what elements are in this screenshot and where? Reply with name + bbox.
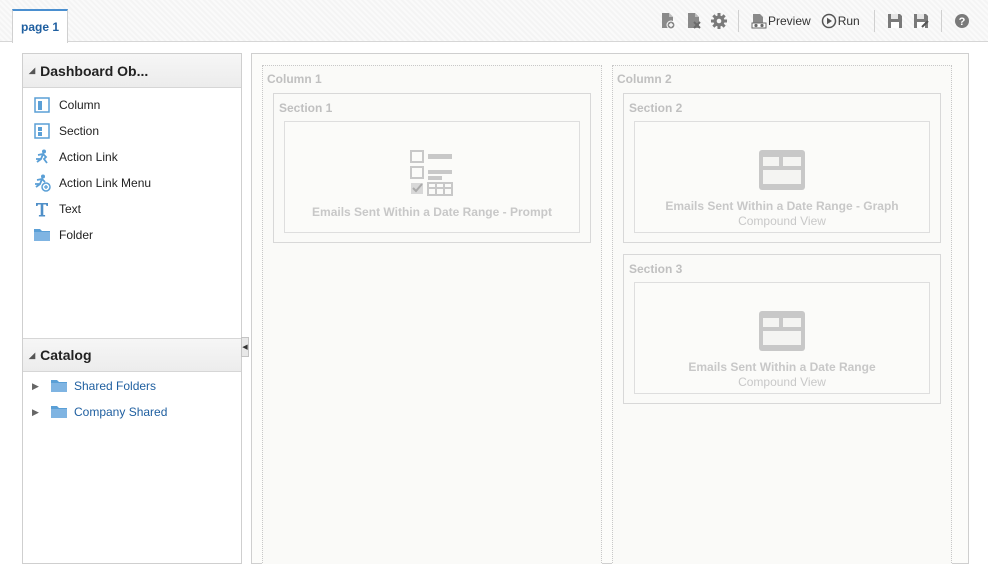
dashboard-objects-title: Dashboard Ob... bbox=[40, 62, 149, 79]
compound-view-icon bbox=[759, 311, 805, 354]
folder-icon bbox=[50, 405, 68, 419]
dashboard-section-1[interactable]: Section 1 Emails Sent Within a Date Rang… bbox=[273, 93, 591, 243]
dashboard-column-2[interactable]: Column 2 Section 2 Emails Sent Within a … bbox=[612, 65, 952, 564]
top-bar: page 1 Preview Run ? bbox=[0, 0, 988, 43]
page-toolbar: Preview Run ? bbox=[660, 10, 970, 32]
dashboard-object-label: Action Link bbox=[59, 150, 118, 164]
section-label: Section 2 bbox=[629, 101, 683, 115]
action-link-icon bbox=[33, 148, 51, 166]
dashboard-object-section[interactable]: Section bbox=[23, 118, 241, 144]
help-icon: ? bbox=[954, 13, 970, 29]
catalog-tree: ▶ Shared Folders ▶ Company Shared bbox=[23, 373, 241, 425]
dashboard-object-label: Text bbox=[59, 202, 82, 216]
catalog-title: Catalog bbox=[40, 347, 92, 363]
dashboard-object-label: Folder bbox=[59, 228, 94, 242]
collapse-triangle-icon: ◢ bbox=[29, 350, 36, 360]
dashboard-object-label: Action Link Menu bbox=[59, 176, 152, 190]
view-title: Emails Sent Within a Date Range - Graph bbox=[665, 199, 899, 213]
section-label: Section 1 bbox=[279, 101, 333, 115]
expand-arrow-icon[interactable]: ▶ bbox=[32, 407, 42, 418]
delete-page-icon bbox=[686, 12, 702, 30]
toolbar-separator bbox=[738, 10, 739, 32]
dashboard-column-1[interactable]: Column 1 Section 1 Emails Sent Within a … bbox=[262, 65, 602, 564]
dashboard-object-text[interactable]: Text bbox=[23, 196, 241, 222]
view-subtitle: Compound View bbox=[738, 375, 826, 389]
help-button[interactable]: ? bbox=[954, 10, 970, 32]
dashboard-objects-header[interactable]: ◢ Dashboard Ob... bbox=[23, 54, 241, 88]
dashboard-section-3[interactable]: Section 3 Emails Sent Within a Date Rang… bbox=[623, 254, 941, 404]
folder-icon bbox=[33, 226, 51, 244]
settings-button[interactable] bbox=[710, 10, 728, 32]
folder-icon bbox=[50, 379, 68, 393]
column-label: Column 1 bbox=[267, 72, 322, 86]
column-label: Column 2 bbox=[617, 72, 672, 86]
save-icon bbox=[887, 13, 903, 29]
collapse-panel-handle[interactable]: ◀ bbox=[241, 337, 249, 357]
save-button[interactable] bbox=[887, 10, 903, 32]
run-icon bbox=[821, 13, 837, 29]
view-subtitle: Compound View bbox=[738, 214, 826, 228]
view-title: Emails Sent Within a Date Range - Prompt bbox=[312, 205, 552, 219]
save-as-button[interactable] bbox=[913, 10, 929, 32]
catalog-header[interactable]: ◢ Catalog bbox=[23, 338, 241, 372]
dashboard-object-label: Section bbox=[59, 124, 100, 138]
dashboard-canvas: Column 1 Section 1 Emails Sent Within a … bbox=[251, 53, 969, 564]
preview-label: Preview bbox=[768, 14, 811, 28]
catalog-item-company-shared[interactable]: ▶ Company Shared bbox=[23, 399, 241, 425]
preview-button[interactable]: Preview bbox=[751, 10, 811, 32]
dashboard-object-action-link[interactable]: Action Link bbox=[23, 144, 241, 170]
view-title: Emails Sent Within a Date Range bbox=[688, 360, 876, 374]
catalog-item-label: Company Shared bbox=[74, 405, 168, 419]
dashboard-object-label: Column bbox=[59, 98, 101, 112]
dashboard-objects-list: Column Section Action Link Action Link M… bbox=[23, 92, 241, 248]
gear-icon bbox=[710, 12, 728, 30]
toolbar-separator bbox=[940, 10, 942, 32]
prompt-icon bbox=[410, 150, 454, 199]
compound-view-graph[interactable]: Emails Sent Within a Date Range - Graph … bbox=[634, 121, 930, 233]
section-icon bbox=[33, 122, 51, 140]
catalog-item-shared-folders[interactable]: ▶ Shared Folders bbox=[23, 373, 241, 399]
dashboard-object-action-link-menu[interactable]: Action Link Menu bbox=[23, 170, 241, 196]
toolbar-separator bbox=[873, 10, 875, 32]
action-link-menu-icon bbox=[33, 174, 51, 192]
save-as-icon bbox=[913, 13, 929, 29]
column-icon bbox=[33, 96, 51, 114]
section-label: Section 3 bbox=[629, 262, 683, 276]
text-icon bbox=[33, 200, 51, 218]
compound-view[interactable]: Emails Sent Within a Date Range Compound… bbox=[634, 282, 930, 394]
add-page-icon bbox=[660, 12, 676, 30]
collapse-triangle-icon: ◢ bbox=[29, 66, 36, 75]
run-label: Run bbox=[837, 14, 860, 28]
dashboard-object-folder[interactable]: Folder bbox=[23, 222, 241, 248]
delete-page-button[interactable] bbox=[686, 10, 702, 32]
tab-page-1[interactable]: page 1 bbox=[12, 9, 68, 43]
dashboard-object-column[interactable]: Column bbox=[23, 92, 241, 118]
catalog-item-label: Shared Folders bbox=[74, 379, 157, 393]
left-panel: ◢ Dashboard Ob... Column Section Action … bbox=[22, 53, 242, 564]
expand-arrow-icon[interactable]: ▶ bbox=[32, 381, 42, 392]
dashboard-section-2[interactable]: Section 2 Emails Sent Within a Date Rang… bbox=[623, 93, 941, 243]
run-button[interactable]: Run bbox=[821, 10, 860, 32]
svg-text:?: ? bbox=[958, 16, 965, 28]
preview-icon bbox=[751, 12, 767, 30]
compound-view-icon bbox=[759, 150, 805, 193]
add-page-button[interactable] bbox=[660, 10, 676, 32]
prompt-view[interactable]: Emails Sent Within a Date Range - Prompt bbox=[284, 121, 580, 233]
